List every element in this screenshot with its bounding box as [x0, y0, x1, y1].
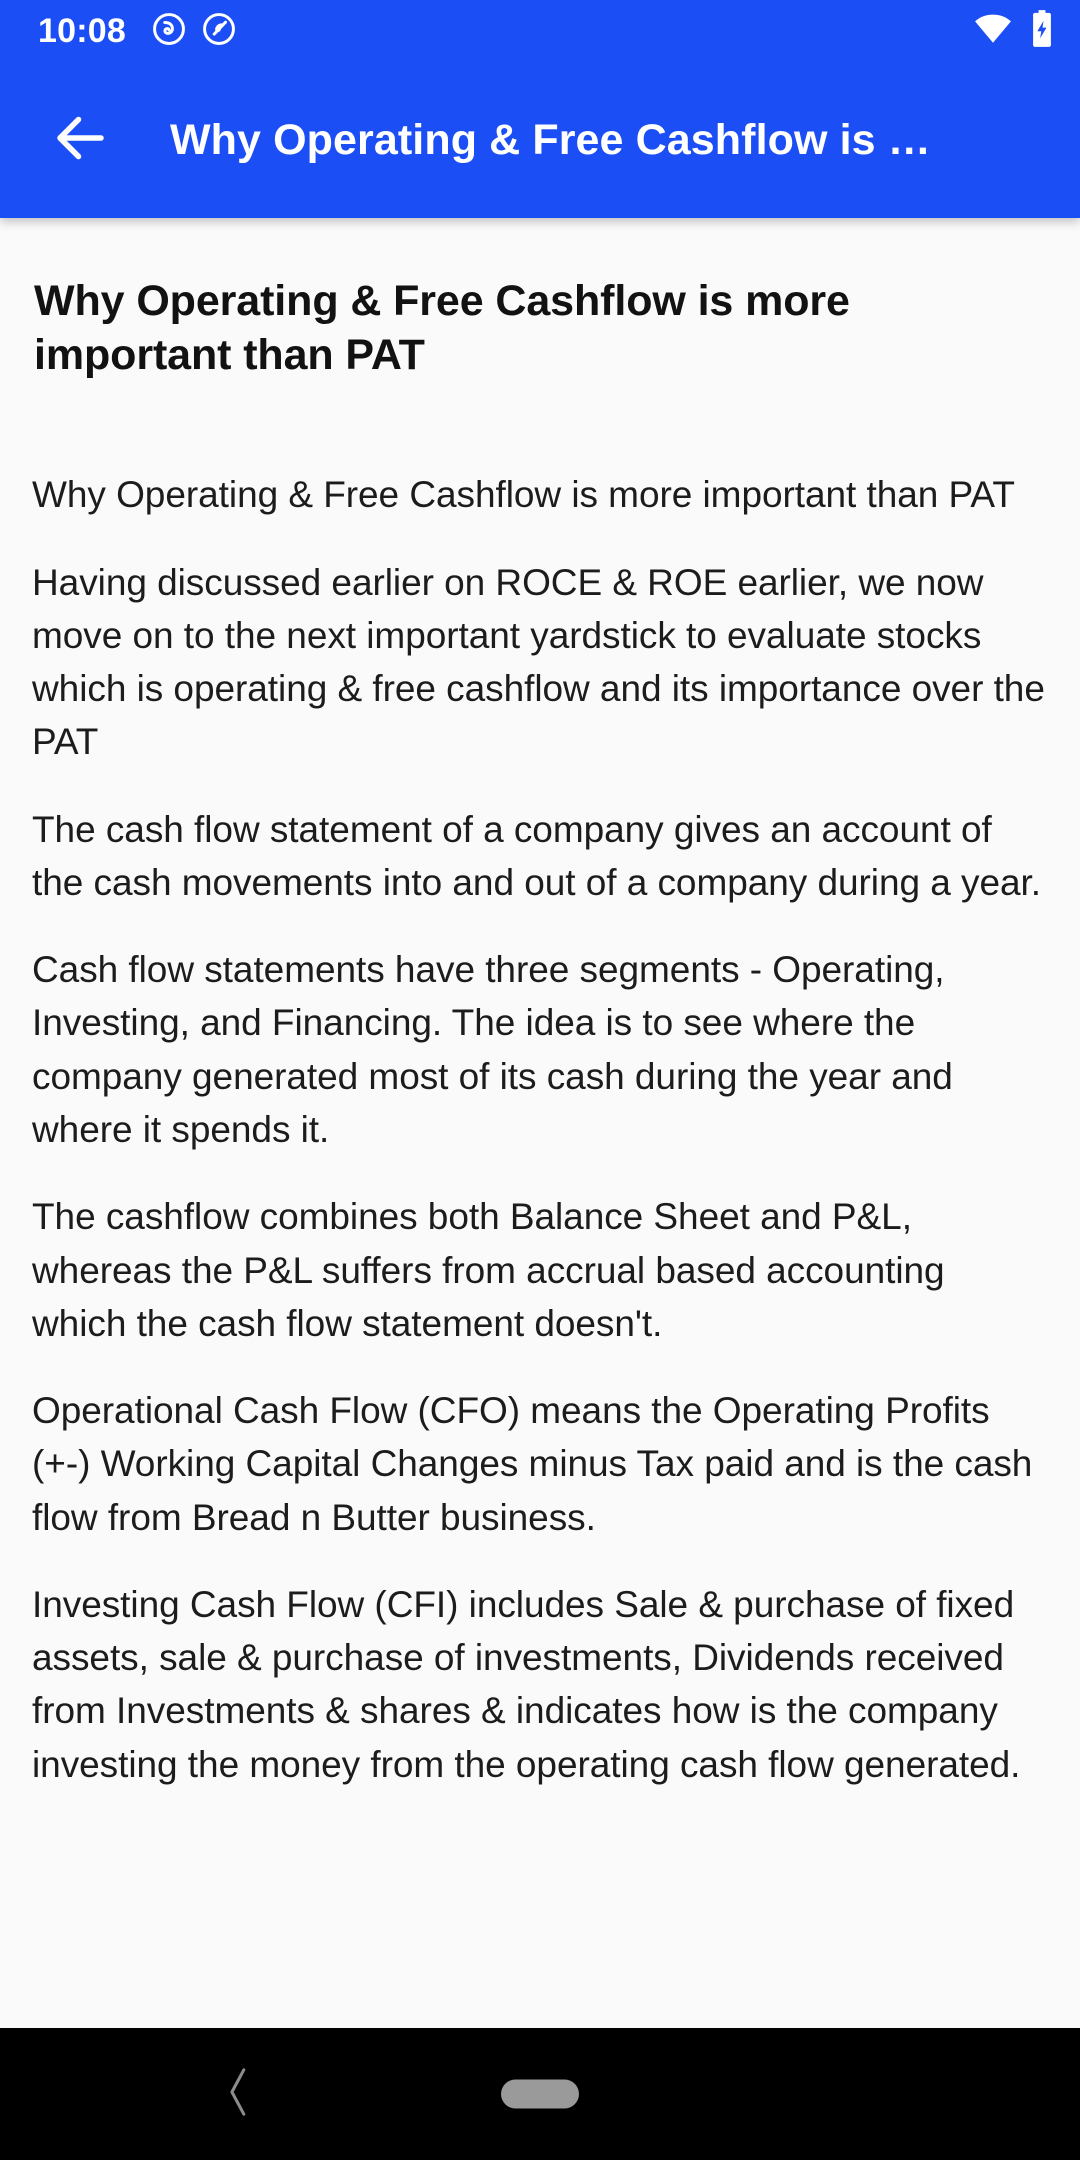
article-body: Why Operating & Free Cashflow is more im…: [30, 468, 1050, 1791]
arrow-left-icon: [51, 108, 111, 173]
article-paragraph: Investing Cash Flow (CFI) includes Sale …: [32, 1583, 1021, 1785]
article-paragraph: The cashflow combines both Balance Sheet…: [32, 1196, 945, 1344]
status-bar-clock: 10:08: [38, 12, 126, 50]
system-back-button[interactable]: [196, 2052, 280, 2136]
article-paragraph: Why Operating & Free Cashflow is more im…: [32, 474, 1015, 516]
battery-charging-icon: [1030, 9, 1054, 53]
wifi-icon: [973, 13, 1013, 50]
do-not-disturb-icon: [152, 12, 186, 51]
chevron-left-icon: [220, 2064, 256, 2125]
article-paragraph: The cash flow statement of a company giv…: [32, 808, 1041, 903]
page-title: Why Operating & Free Cashflow is more im…: [34, 277, 850, 380]
app-notification-icon: [202, 12, 236, 51]
article-scroll-view[interactable]: Why Operating & Free Cashflow is more im…: [0, 218, 1080, 2028]
app-bar-back-button[interactable]: [44, 103, 118, 177]
app-bar-title: Why Operating & Free Cashflow is …: [170, 115, 931, 164]
article-paragraph: Having discussed earlier on ROCE & ROE e…: [32, 561, 1045, 763]
status-bar-notification-icons: [152, 12, 236, 51]
article-paragraph: Cash flow statements have three segments…: [32, 949, 953, 1150]
article-paragraph: Operational Cash Flow (CFO) means the Op…: [32, 1390, 1033, 1538]
system-navigation-bar: [0, 2028, 1080, 2160]
status-bar: 10:08: [0, 0, 1080, 62]
phone-screen: 10:08 Why Operating & Free Cashflow is ……: [0, 0, 1080, 2160]
system-home-handle[interactable]: [501, 2079, 579, 2109]
status-bar-system-icons: [973, 9, 1054, 53]
app-bar: Why Operating & Free Cashflow is …: [0, 62, 1080, 218]
